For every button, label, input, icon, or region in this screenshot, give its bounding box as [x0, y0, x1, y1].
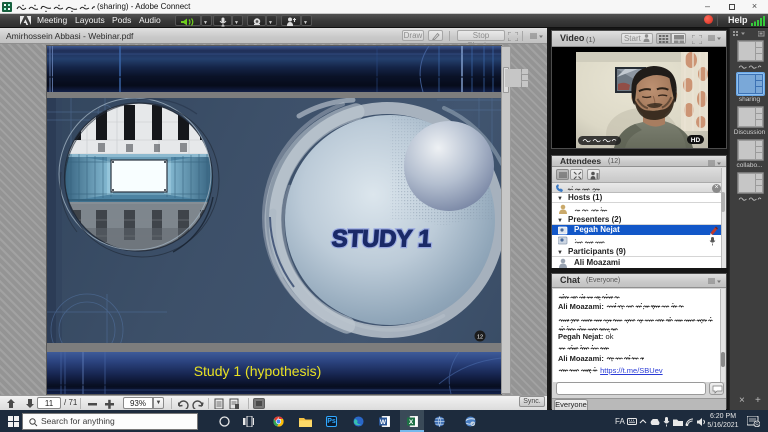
svg-text:STUDY 1: STUDY 1 — [331, 226, 432, 253]
svg-text:W: W — [380, 419, 387, 426]
svg-text:HD: HD — [691, 137, 701, 144]
svg-text:12: 12 — [477, 335, 483, 341]
svg-text:S: S — [755, 422, 759, 427]
svg-text:X: X — [409, 419, 414, 426]
